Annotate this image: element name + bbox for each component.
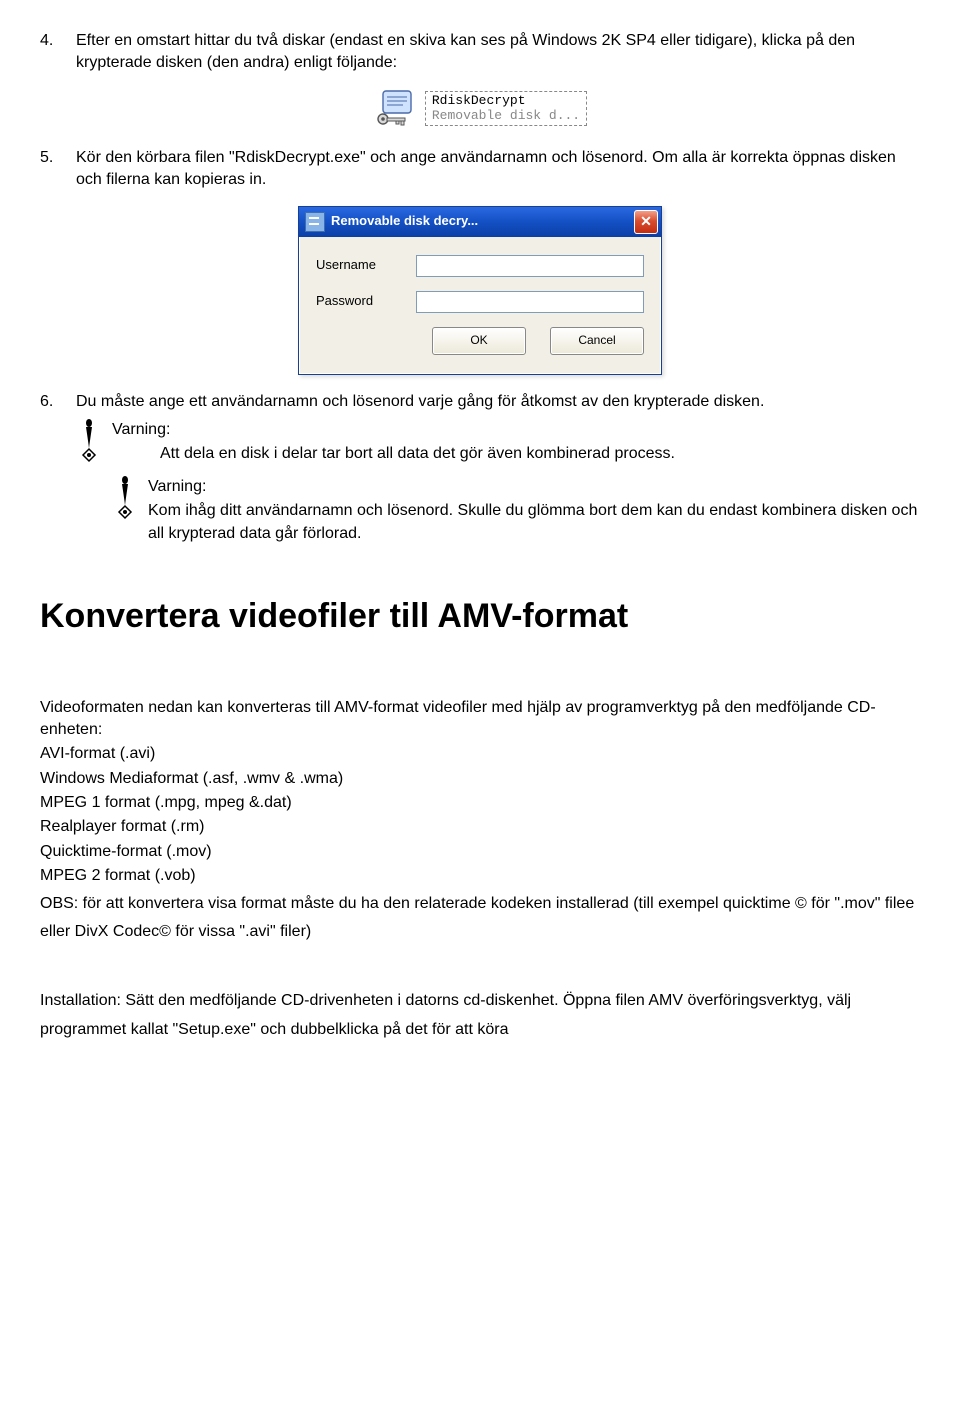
username-label: Username xyxy=(316,256,416,274)
ok-button[interactable]: OK xyxy=(432,327,526,355)
warning-1-label: Varning: xyxy=(112,419,920,441)
rdisk-label-box: RdiskDecrypt Removable disk d... xyxy=(425,91,587,126)
format-realplayer: Realplayer format (.rm) xyxy=(40,816,920,838)
format-wmf: Windows Mediaformat (.asf, .wmv & .wma) xyxy=(40,768,920,790)
password-label: Password xyxy=(316,292,416,310)
format-mpeg2: MPEG 2 format (.vob) xyxy=(40,865,920,887)
section-heading-amv: Konvertera videofiler till AMV-format xyxy=(40,593,920,641)
password-row: Password xyxy=(316,291,644,313)
warning-2-content: Varning: Kom ihåg ditt användarnamn och … xyxy=(148,476,920,545)
decrypt-dialog: Removable disk decry... ✕ Username Passw… xyxy=(298,206,662,375)
notebook-key-icon xyxy=(373,89,419,129)
step-5-number: 5. xyxy=(40,147,76,192)
cancel-button[interactable]: Cancel xyxy=(550,327,644,355)
dialog-body: Username Password OK Cancel xyxy=(299,237,661,374)
exclamation-icon xyxy=(76,419,102,463)
step-4-number: 4. xyxy=(40,30,76,75)
dialog-button-row: OK Cancel xyxy=(316,327,644,355)
step-5-text: Kör den körbara filen "RdiskDecrypt.exe"… xyxy=(76,147,920,192)
format-quicktime: Quicktime-format (.mov) xyxy=(40,841,920,863)
close-icon[interactable]: ✕ xyxy=(634,210,658,234)
step-4-text: Efter en omstart hittar du två diskar (e… xyxy=(76,30,920,75)
warning-2: Varning: Kom ihåg ditt användarnamn och … xyxy=(112,476,920,545)
format-avi: AVI-format (.avi) xyxy=(40,743,920,765)
warning-1-content: Varning: Att dela en disk i delar tar bo… xyxy=(112,419,920,466)
username-input[interactable] xyxy=(416,255,644,277)
step-6-text: Du måste ange ett användarnamn och lösen… xyxy=(76,391,920,413)
username-row: Username xyxy=(316,255,644,277)
format-mpeg1: MPEG 1 format (.mpg, mpeg &.dat) xyxy=(40,792,920,814)
password-input[interactable] xyxy=(416,291,644,313)
warning-2-label: Varning: xyxy=(148,476,920,498)
warning-1-text: Att dela en disk i delar tar bort all da… xyxy=(160,443,920,465)
dialog-title: Removable disk decry... xyxy=(331,212,634,230)
dialog-titlebar: Removable disk decry... ✕ xyxy=(299,207,661,237)
step-6-number: 6. xyxy=(40,391,76,413)
obs-note: OBS: för att konvertera visa format måst… xyxy=(40,890,920,948)
dialog-title-icon xyxy=(305,212,325,232)
rdisk-line2: Removable disk d... xyxy=(432,109,580,123)
warning-2-text: Kom ihåg ditt användarnamn och lösenord.… xyxy=(148,500,920,545)
exclamation-icon xyxy=(112,476,138,520)
rdisk-line1: RdiskDecrypt xyxy=(432,94,580,108)
step-5: 5. Kör den körbara filen "RdiskDecrypt.e… xyxy=(40,147,920,192)
rdisk-icon-block: RdiskDecrypt Removable disk d... xyxy=(40,89,920,129)
rdisk-icon-row: RdiskDecrypt Removable disk d... xyxy=(373,89,587,129)
step-4: 4. Efter en omstart hittar du två diskar… xyxy=(40,30,920,75)
conv-intro: Videoformaten nedan kan konverteras till… xyxy=(40,697,920,742)
install-note: Installation: Sätt den medföljande CD-dr… xyxy=(40,987,920,1045)
step-6: 6. Du måste ange ett användarnamn och lö… xyxy=(40,391,920,413)
warning-1: Varning: Att dela en disk i delar tar bo… xyxy=(76,419,920,466)
